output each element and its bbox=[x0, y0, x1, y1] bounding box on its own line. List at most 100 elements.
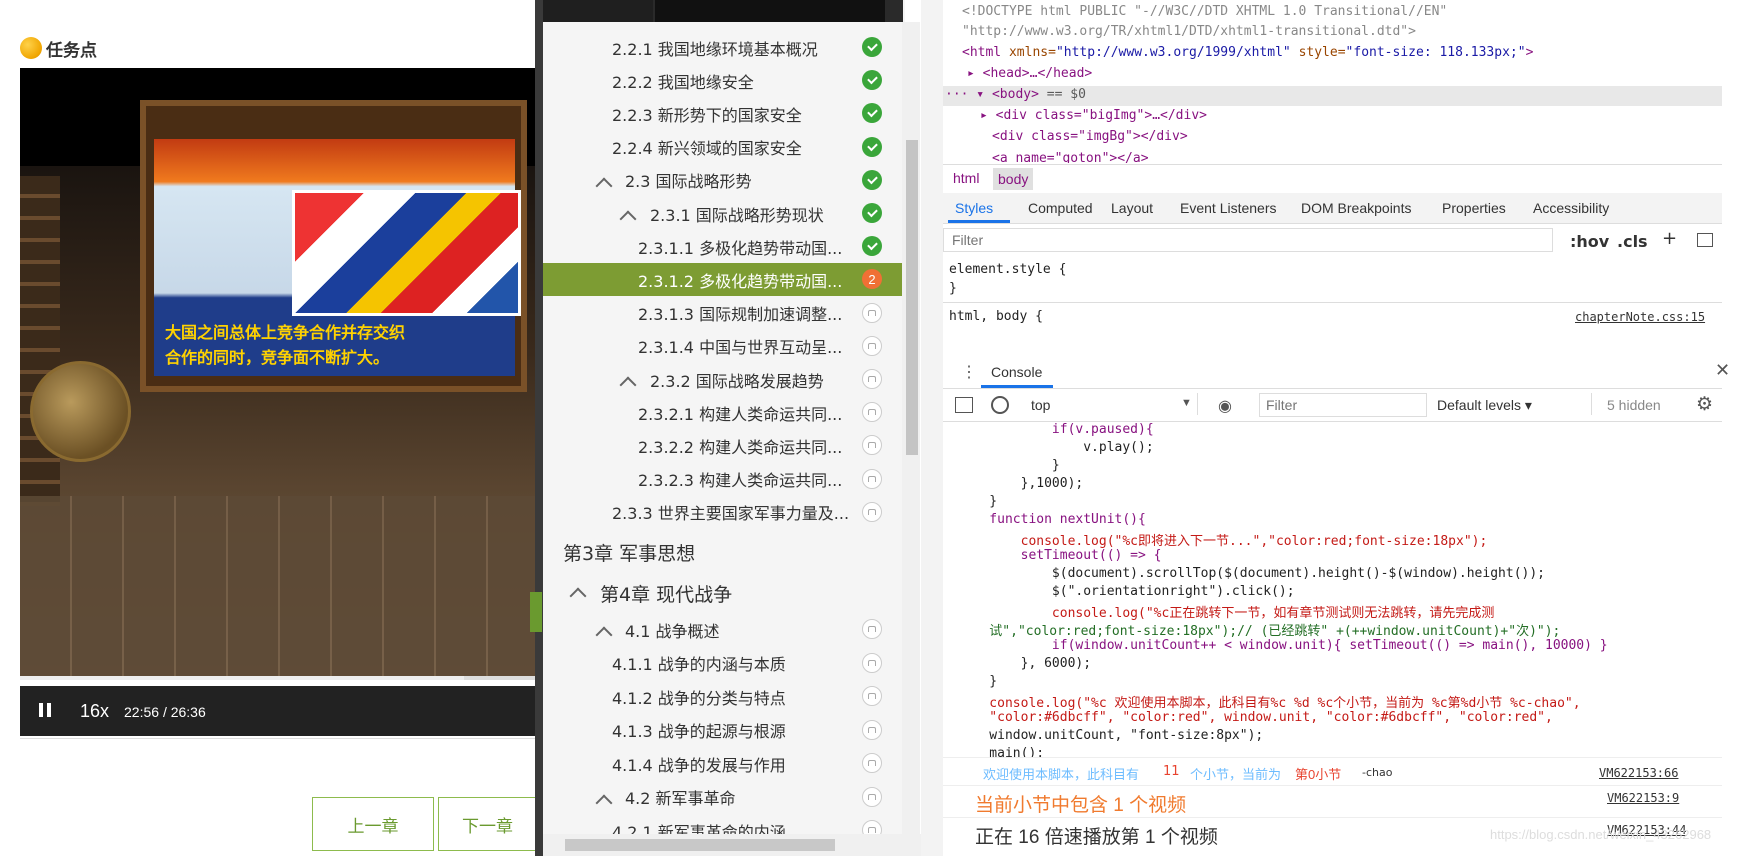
styles-subtabs: Styles Computed Layout Event Listeners D… bbox=[943, 193, 1722, 224]
anchor-node[interactable]: <a name="goton"></a> bbox=[992, 151, 1149, 163]
tree-item[interactable]: 2.3 国际战略形势 bbox=[625, 164, 855, 197]
tab-layout[interactable]: Layout bbox=[1111, 200, 1153, 216]
cls-toggle[interactable]: .cls bbox=[1617, 232, 1648, 251]
code-line: setTimeout(() => { bbox=[958, 548, 1162, 563]
lock-icon bbox=[862, 501, 882, 522]
check-circle-icon bbox=[862, 169, 882, 190]
tree-item-label: 2.3.2.3 构建人类命运共同... bbox=[638, 471, 843, 491]
crumb-body[interactable]: body bbox=[993, 168, 1034, 190]
tree-item[interactable]: 2.3.2.1 构建人类命运共同... bbox=[638, 396, 855, 429]
prev-chapter-button[interactable]: 上一章 bbox=[312, 797, 434, 851]
task-point-header: 任务点 bbox=[20, 36, 97, 61]
tree-item[interactable]: 4.1.2 战争的分类与特点 bbox=[612, 680, 855, 713]
new-rule-icon[interactable]: + bbox=[1662, 228, 1677, 249]
imgbg-node[interactable]: <div class="imgBg"></div> bbox=[992, 129, 1188, 144]
html-node[interactable]: <html xmlns="http://www.w3.org/1999/xhtm… bbox=[962, 45, 1533, 60]
drawer-menu-icon[interactable]: ⋮ bbox=[961, 362, 977, 382]
hidden-count: 5 hidden bbox=[1607, 397, 1661, 413]
tree-item[interactable]: 2.3.2.3 构建人类命运共同... bbox=[638, 463, 855, 496]
tab-styles[interactable]: Styles bbox=[955, 200, 993, 216]
globe-graphic bbox=[30, 361, 131, 462]
log-source-link[interactable]: VM622153:66 bbox=[1599, 766, 1678, 780]
html-body-rule[interactable]: html, body { bbox=[949, 309, 1043, 324]
log-source-link[interactable]: VM622153:9 bbox=[1607, 791, 1679, 805]
playback-speed[interactable]: 16x bbox=[80, 701, 109, 722]
tab-console[interactable]: Console bbox=[991, 364, 1042, 380]
tab-accessibility[interactable]: Accessibility bbox=[1533, 200, 1609, 216]
tree-item[interactable]: 4.2 新军事革命 bbox=[625, 781, 855, 814]
css-source-link[interactable]: chapterNote.css:15 bbox=[1575, 310, 1705, 324]
code-line: $(".orientationright").click(); bbox=[958, 584, 1295, 599]
styles-filter-input[interactable] bbox=[943, 228, 1553, 252]
clear-console-icon[interactable] bbox=[991, 396, 1009, 414]
lock-icon bbox=[862, 619, 882, 639]
active-tab-indicator bbox=[948, 220, 1010, 223]
element-style-rule[interactable]: element.style { bbox=[949, 262, 1066, 277]
tree-item[interactable]: 2.3.1.2 多极化趋势带动国... bbox=[638, 263, 855, 296]
eye-icon[interactable]: ◉ bbox=[1218, 396, 1232, 416]
tree-item[interactable]: 2.2.2 我国地缘安全 bbox=[612, 64, 855, 97]
context-selector[interactable]: top bbox=[1031, 397, 1050, 413]
tree-item[interactable]: 4.1.1 战争的内涵与本质 bbox=[612, 647, 855, 680]
pause-icon[interactable] bbox=[38, 703, 54, 719]
tab-event-listeners[interactable]: Event Listeners bbox=[1180, 200, 1277, 216]
sidebar-toggle-icon[interactable] bbox=[955, 397, 973, 413]
tab-2[interactable] bbox=[655, 0, 885, 22]
chapter-3-item[interactable]: 第3章 军事思想 bbox=[563, 536, 695, 569]
tree-item[interactable]: 2.3.1.4 中国与世界互动呈... bbox=[638, 330, 855, 363]
tree-item-label: 2.3.1 国际战略形势现状 bbox=[650, 205, 824, 225]
console-toolbar: top ▼ ◉ Default levels ▾ 5 hidden ⚙ bbox=[943, 389, 1722, 422]
tree-item-label: 4.1.2 战争的分类与特点 bbox=[612, 688, 786, 708]
log-levels-dropdown[interactable]: Default levels ▾ bbox=[1437, 397, 1532, 414]
tree-item-label: 2.3.1.1 多极化趋势带动国... bbox=[638, 238, 843, 258]
pane-divider[interactable] bbox=[535, 0, 543, 856]
tree-item[interactable]: 2.3.2 国际战略发展趋势 bbox=[650, 363, 855, 396]
lock-icon bbox=[862, 753, 882, 773]
body-node[interactable]: ··· ▾ <body> == $0 bbox=[945, 87, 1086, 102]
tab-1[interactable] bbox=[543, 0, 653, 22]
floor-graphic bbox=[20, 496, 535, 678]
tab-dom-breakpoints[interactable]: DOM Breakpoints bbox=[1301, 200, 1411, 216]
tree-item-label: 2.3 国际战略形势 bbox=[625, 172, 752, 192]
current-time: 22:56 bbox=[124, 704, 160, 720]
video-progress-bar[interactable] bbox=[20, 676, 535, 680]
tree-item[interactable]: 2.3.2.2 构建人类命运共同... bbox=[638, 429, 855, 462]
bigimg-node[interactable]: ▸ <div class="bigImg">…</div> bbox=[980, 108, 1207, 123]
tab-computed[interactable]: Computed bbox=[1028, 200, 1093, 216]
chapter-4-item[interactable]: 第4章 现代战争 bbox=[600, 577, 732, 610]
video-subtitle: 大国之间总体上竞争合作并存交织 合作的同时，竞争面不断扩大。 bbox=[165, 323, 406, 367]
tree-item[interactable]: 2.3.3 世界主要国家军事力量及... bbox=[612, 496, 855, 529]
tree-item[interactable]: 4.1.4 战争的发展与作用 bbox=[612, 747, 855, 780]
close-icon[interactable]: ✕ bbox=[1715, 360, 1730, 381]
tree-item[interactable]: 2.2.3 新形势下的国家安全 bbox=[612, 97, 855, 130]
tree-item[interactable]: 2.3.1.1 多极化趋势带动国... bbox=[638, 230, 855, 263]
tree-item[interactable]: 2.3.1 国际战略形势现状 bbox=[650, 197, 855, 230]
console-filter-input[interactable] bbox=[1259, 393, 1427, 417]
gear-icon[interactable]: ⚙ bbox=[1696, 393, 1713, 416]
tree-item[interactable]: 2.2.1 我国地缘环境基本概况 bbox=[612, 31, 855, 64]
tree-item-label: 2.3.2 国际战略发展趋势 bbox=[650, 371, 824, 391]
hov-toggle[interactable]: :hov bbox=[1570, 232, 1609, 251]
tree-item[interactable]: 2.2.4 新兴领域的国家安全 bbox=[612, 131, 855, 164]
tree-hscroll-thumb[interactable] bbox=[565, 839, 835, 851]
collapse-sidebar-button[interactable] bbox=[530, 592, 542, 632]
tree-scroll-thumb[interactable] bbox=[906, 140, 918, 455]
code-line: v.play(); bbox=[958, 440, 1154, 455]
divider bbox=[943, 302, 1722, 303]
tree-item-label: 2.2.2 我国地缘安全 bbox=[612, 72, 754, 92]
code-line: console.log("%c即将进入下一节...","color:red;fo… bbox=[958, 534, 1488, 549]
chevron-down-icon[interactable]: ▼ bbox=[1181, 397, 1192, 409]
tab-properties[interactable]: Properties bbox=[1442, 200, 1506, 216]
code-line: } bbox=[958, 494, 998, 509]
toggle-sidebar-icon[interactable] bbox=[1697, 233, 1713, 247]
head-node[interactable]: ▸ <head>…</head> bbox=[967, 66, 1092, 81]
crumb-html[interactable]: html bbox=[953, 170, 979, 186]
task-point-title: 任务点 bbox=[46, 40, 97, 61]
lock-icon bbox=[862, 369, 882, 389]
divider bbox=[1197, 393, 1198, 415]
tree-item[interactable]: 2.3.1.3 国际规制加速调整... bbox=[638, 297, 855, 330]
tree-item[interactable]: 4.1 战争概述 bbox=[625, 613, 855, 646]
next-chapter-button[interactable]: 下一章 bbox=[438, 797, 536, 851]
flags-image bbox=[292, 190, 521, 316]
tree-item[interactable]: 4.1.3 战争的起源与根源 bbox=[612, 714, 855, 747]
